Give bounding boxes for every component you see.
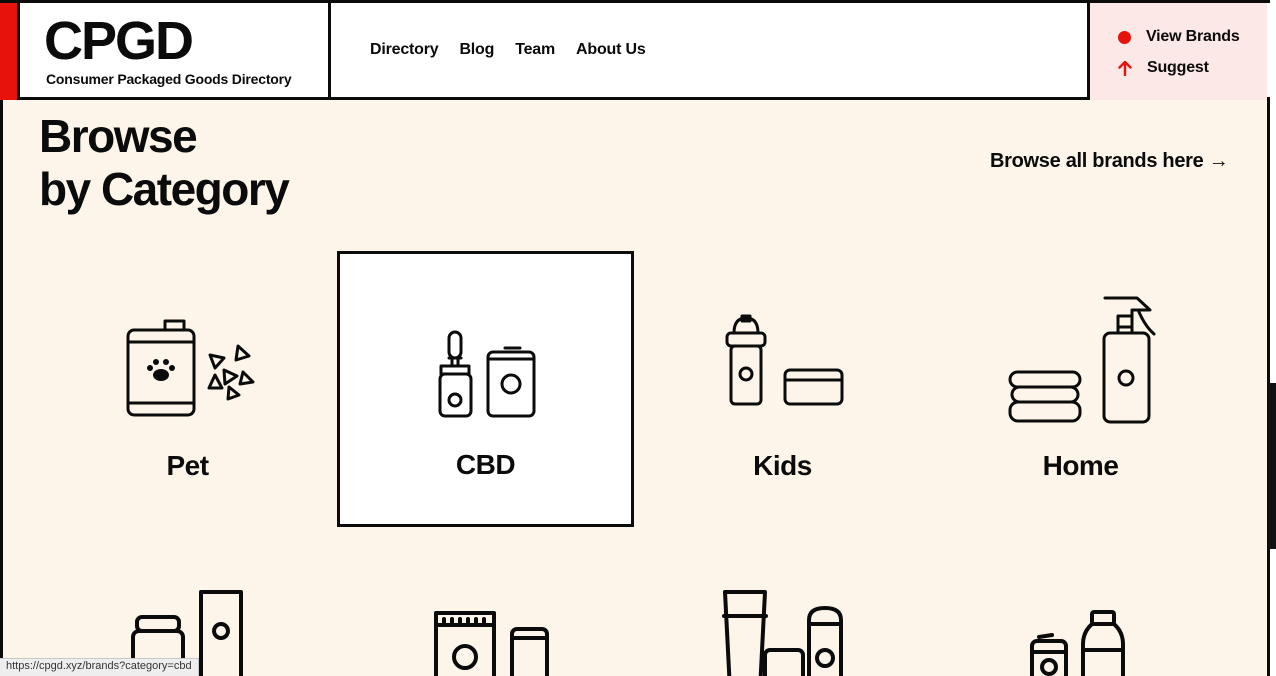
nav-about-us[interactable]: About Us	[576, 41, 646, 59]
nav-blog[interactable]: Blog	[459, 41, 494, 59]
snack-bag-icon	[434, 611, 549, 676]
brand-accent-strip	[0, 3, 20, 100]
header-actions: View Brands Suggest	[1087, 3, 1267, 100]
category-card-cbd[interactable]: CBD	[337, 251, 634, 527]
view-brands-label: View Brands	[1146, 28, 1240, 45]
logo-subtitle: Consumer Packaged Goods Directory	[46, 71, 292, 87]
site-header: CPGD Consumer Packaged Goods Directory D…	[0, 0, 1270, 100]
category-label-home: Home	[1042, 450, 1119, 481]
title-line-1: Browse	[39, 110, 198, 162]
category-card-pet[interactable]: Pet	[39, 252, 336, 528]
beauty-products-icon	[722, 590, 843, 676]
red-dot-icon	[1118, 30, 1131, 44]
logo-title: CPGD	[44, 11, 194, 71]
cbd-dropper-icon	[438, 330, 536, 418]
nav-team[interactable]: Team	[515, 41, 555, 59]
pet-food-icon	[126, 319, 255, 417]
baby-bottle-icon	[725, 314, 844, 406]
main-content: Browse by Category Browse all brands her…	[3, 100, 1267, 676]
site-logo[interactable]: CPGD Consumer Packaged Goods Directory	[20, 3, 331, 100]
beverage-bottle-icon	[1030, 610, 1125, 676]
category-label-kids: Kids	[753, 450, 812, 481]
view-brands-link[interactable]: View Brands	[1118, 28, 1240, 46]
category-label-cbd: CBD	[455, 449, 516, 480]
suggest-label: Suggest	[1147, 59, 1209, 76]
title-line-2: by Category	[39, 163, 290, 215]
category-label-pet: Pet	[166, 450, 209, 481]
browse-all-brands-link[interactable]: Browse all brands here →	[990, 150, 1229, 173]
status-bar-url: https://cpgd.xyz/brands?category=cbd	[0, 658, 199, 676]
suggest-link[interactable]: Suggest	[1118, 59, 1209, 77]
scrollbar-thumb[interactable]	[1268, 383, 1276, 549]
main-nav: Directory Blog Team About Us	[370, 41, 646, 59]
category-card-home[interactable]: Home	[932, 252, 1229, 528]
spray-bottle-icon	[1008, 296, 1156, 424]
page-title: Browse by Category	[39, 110, 290, 216]
nav-directory[interactable]: Directory	[370, 41, 439, 59]
arrow-up-icon	[1118, 60, 1132, 76]
category-card-kids[interactable]: Kids	[634, 252, 931, 528]
